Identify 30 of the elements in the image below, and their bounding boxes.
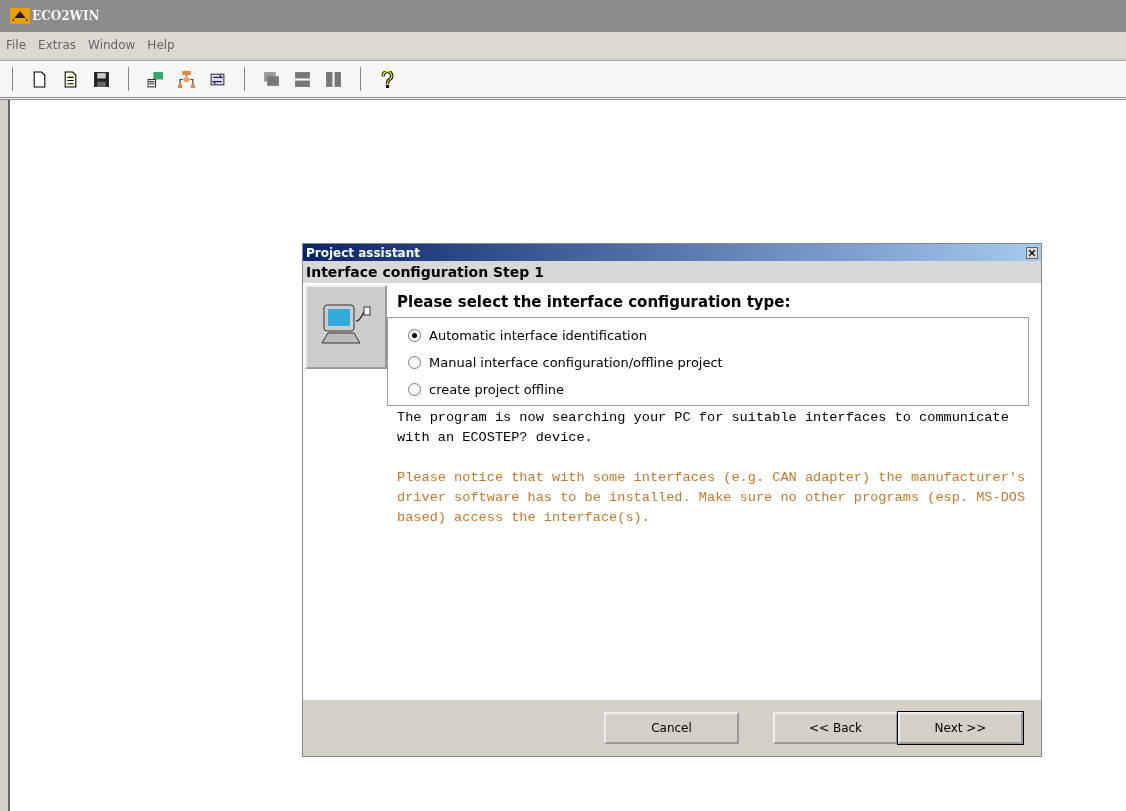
radio-button[interactable] [408,383,421,396]
menu-item[interactable]: Extras [38,38,77,52]
network-icon[interactable] [147,70,164,88]
tile-horizontal-icon[interactable] [294,70,311,88]
info-text: The program is now searching your PC for suitable interfaces to communicate with an ECOSTEP? device. [397,409,1010,447]
step-title: Interface configuration Step 1 [306,264,544,280]
tile-vertical-icon[interactable] [325,70,342,88]
next-button[interactable]: Next >> [898,712,1023,744]
radio-button[interactable] [408,356,421,369]
window-title: ECO2WIN [32,9,100,23]
notice-text: Please notice that with some interfaces (e.g. CAN adapter) the manufacturer's driver software has to be installed. Make sure no other programs (esp. MS-DOS based) access the interface(s). [397,469,1027,527]
radio-option[interactable]: create project offline [408,382,1008,397]
close-icon[interactable] [1026,246,1038,259]
back-button[interactable]: << Back [773,712,898,744]
flowchart-icon[interactable] [178,70,195,88]
cancel-button[interactable]: Cancel [604,712,739,744]
radio-button[interactable] [408,329,421,342]
menu-item[interactable]: Window [88,38,136,52]
help-icon[interactable] [379,70,396,88]
menu-item[interactable]: File [6,38,27,52]
save-icon[interactable] [93,70,110,88]
radio-option[interactable]: Manual interface configuration/offline project [408,355,1008,370]
radio-option[interactable]: Automatic interface identification [408,328,1008,343]
menu-item[interactable]: Help [147,38,175,52]
document-icon[interactable] [62,70,79,88]
dialog-title: Project assistant [306,245,420,260]
logo-icon [10,8,30,24]
cascade-windows-icon[interactable] [263,70,280,88]
dialog-heading: Please select the interface configuration type: [396,292,792,313]
new-file-icon[interactable] [31,70,48,88]
